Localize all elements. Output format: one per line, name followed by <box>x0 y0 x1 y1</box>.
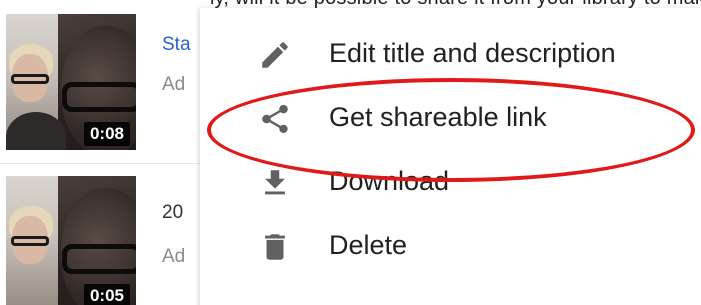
list-divider <box>0 163 200 164</box>
menu-item-label: Download <box>329 166 450 196</box>
video-subtitle: Ad <box>162 246 186 267</box>
thumbnail-glasses-small <box>11 74 49 84</box>
thumbnail-glasses <box>62 244 136 274</box>
pencil-icon <box>262 42 288 68</box>
video-list-item[interactable]: 0:08 Sta Ad <box>0 14 200 150</box>
menu-item-label: Get shareable link <box>329 102 547 132</box>
menu-item-delete[interactable]: Delete <box>200 216 701 278</box>
video-list-item[interactable]: 0:05 20 Ad <box>0 176 200 305</box>
video-duration-badge: 0:08 <box>83 122 130 146</box>
video-title-link[interactable]: 20 <box>162 202 183 224</box>
video-thumbnail[interactable]: 0:05 <box>6 176 136 305</box>
video-title-link[interactable]: Sta <box>162 34 191 56</box>
video-context-menu: Edit title and description Get shareable… <box>200 8 701 305</box>
menu-item-edit-title[interactable]: Edit title and description <box>200 24 701 86</box>
share-icon <box>262 104 288 134</box>
menu-item-label: Delete <box>329 230 408 260</box>
thumbnail-glasses-small <box>11 236 49 246</box>
download-icon <box>265 170 285 195</box>
menu-item-get-shareable-link[interactable]: Get shareable link <box>200 88 701 150</box>
thumbnail-glasses <box>62 82 136 112</box>
video-duration-badge: 0:05 <box>83 284 130 305</box>
menu-item-download[interactable]: Download <box>200 152 701 214</box>
menu-item-label: Edit title and description <box>329 38 616 68</box>
video-thumbnail[interactable]: 0:08 <box>6 14 136 150</box>
video-subtitle: Ad <box>162 74 186 95</box>
screenshot-stage: ly, will it be possible to share it from… <box>0 0 701 305</box>
trash-icon <box>265 234 285 260</box>
